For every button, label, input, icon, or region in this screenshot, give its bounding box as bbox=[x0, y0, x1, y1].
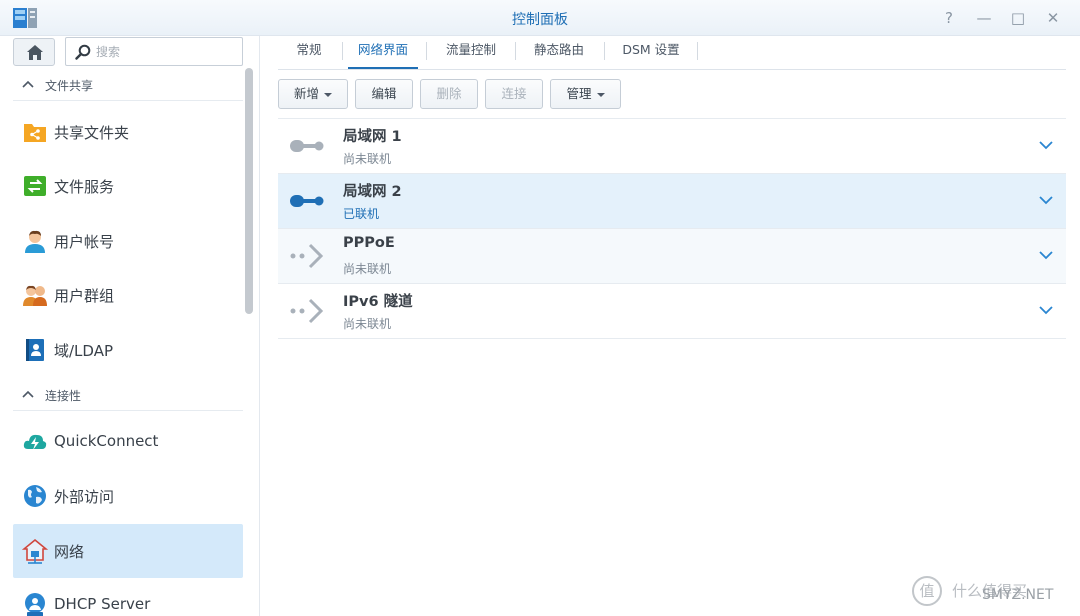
caret-down-icon bbox=[324, 92, 332, 97]
close-icon: ✕ bbox=[1046, 9, 1060, 27]
lan-connected-icon bbox=[290, 195, 324, 207]
interface-name: 局域网 1 bbox=[343, 129, 402, 145]
network-house-icon bbox=[22, 538, 48, 564]
sidebar-item-label: 网络 bbox=[54, 543, 85, 561]
sidebar-item-quickconnect[interactable]: QuickConnect bbox=[13, 415, 243, 469]
tab-static-route[interactable]: 静态路由 bbox=[524, 36, 594, 69]
manage-button[interactable]: 管理 bbox=[550, 79, 621, 109]
search-field[interactable] bbox=[65, 37, 243, 66]
sidebar-item-label: 外部访问 bbox=[54, 488, 115, 506]
sidebar-item-file-services[interactable]: 文件服务 bbox=[13, 159, 243, 213]
section-label: 连接性 bbox=[45, 389, 82, 403]
chevron-down-icon[interactable] bbox=[1038, 249, 1054, 261]
tab-divider bbox=[697, 42, 698, 60]
close-button[interactable]: ✕ bbox=[1042, 7, 1064, 29]
interface-status: 已联机 bbox=[343, 207, 380, 221]
edit-button[interactable]: 编辑 bbox=[355, 79, 413, 109]
lan-disconnected-icon bbox=[290, 140, 324, 152]
globe-icon bbox=[24, 485, 46, 507]
delete-button[interactable]: 删除 bbox=[420, 79, 478, 109]
sidebar-item-group[interactable]: 用户群组 bbox=[13, 268, 243, 322]
sidebar-item-domain-ldap[interactable]: 域/LDAP bbox=[13, 323, 243, 377]
title-bar: 控制面板 ? — □ ✕ bbox=[0, 0, 1080, 36]
delete-label: 删除 bbox=[436, 86, 462, 101]
pppoe-icon bbox=[290, 243, 324, 269]
sidebar-item-external-access[interactable]: 外部访问 bbox=[13, 469, 243, 523]
home-icon bbox=[27, 45, 43, 60]
connect-label: 连接 bbox=[501, 86, 527, 101]
group-icon bbox=[23, 285, 47, 306]
chevron-down-icon[interactable] bbox=[1038, 139, 1054, 151]
create-button[interactable]: 新增 bbox=[278, 79, 348, 109]
shared-folder-icon bbox=[24, 124, 46, 142]
interface-name: PPPoE bbox=[343, 235, 395, 251]
interface-row-lan2[interactable]: 局域网 2 已联机 bbox=[278, 173, 1066, 228]
watermark-logo: 值 bbox=[912, 576, 942, 606]
interface-row-pppoe[interactable]: PPPoE 尚未联机 bbox=[278, 228, 1066, 283]
sidebar-scrollbar[interactable] bbox=[245, 68, 253, 314]
interface-status: 尚未联机 bbox=[343, 317, 392, 331]
sidebar-item-label: 文件服务 bbox=[54, 178, 115, 196]
dhcp-icon bbox=[25, 593, 45, 616]
sidebar-item-shared-folder[interactable]: 共享文件夹 bbox=[13, 105, 243, 159]
section-file-sharing[interactable]: 文件共享 bbox=[13, 69, 243, 101]
sidebar-item-label: 域/LDAP bbox=[54, 342, 114, 360]
tab-bar: 常规 网络界面 流量控制 静态路由 DSM 设置 bbox=[278, 36, 1066, 70]
sidebar-item-label: DHCP Server bbox=[54, 595, 151, 613]
minimize-icon: — bbox=[976, 9, 992, 27]
maximize-button[interactable]: □ bbox=[1007, 7, 1029, 29]
interface-row-lan1[interactable]: 局域网 1 尚未联机 bbox=[278, 118, 1066, 173]
chevron-up-icon bbox=[22, 390, 34, 398]
chevron-up-icon bbox=[22, 80, 34, 88]
edit-label: 编辑 bbox=[371, 86, 397, 101]
list-divider bbox=[278, 338, 1066, 339]
sidebar-item-dhcp-server[interactable]: DHCP Server bbox=[13, 578, 243, 616]
interface-status: 尚未联机 bbox=[343, 152, 392, 166]
caret-down-icon bbox=[596, 92, 605, 97]
manage-label: 管理 bbox=[566, 86, 592, 101]
section-label: 文件共享 bbox=[45, 79, 94, 93]
interface-name: 局域网 2 bbox=[343, 184, 402, 200]
search-icon bbox=[75, 44, 91, 60]
interface-row-ipv6-tunnel[interactable]: IPv6 隧道 尚未联机 bbox=[278, 283, 1066, 338]
tab-divider bbox=[515, 42, 516, 60]
watermark-site: SMYZ.NET bbox=[982, 587, 1054, 603]
tab-traffic-control[interactable]: 流量控制 bbox=[436, 36, 506, 69]
section-connectivity[interactable]: 连接性 bbox=[13, 379, 243, 411]
minimize-button[interactable]: — bbox=[973, 7, 995, 29]
connect-button[interactable]: 连接 bbox=[485, 79, 543, 109]
tab-network-interface[interactable]: 网络界面 bbox=[348, 36, 418, 69]
interface-name: IPv6 隧道 bbox=[343, 294, 413, 310]
user-icon bbox=[25, 230, 45, 253]
help-button[interactable]: ? bbox=[938, 7, 960, 29]
search-input[interactable] bbox=[96, 43, 236, 61]
window-title: 控制面板 bbox=[512, 12, 568, 28]
tab-divider bbox=[342, 42, 343, 60]
chevron-down-icon[interactable] bbox=[1038, 304, 1054, 316]
sidebar-item-label: QuickConnect bbox=[54, 432, 159, 450]
tab-dsm-settings[interactable]: DSM 设置 bbox=[613, 36, 689, 69]
create-label: 新增 bbox=[293, 86, 319, 101]
sidebar-item-label: 共享文件夹 bbox=[54, 124, 130, 142]
tab-divider bbox=[604, 42, 605, 60]
sidebar-item-user[interactable]: 用户帐号 bbox=[13, 214, 243, 268]
ipv6-tunnel-icon bbox=[290, 298, 324, 324]
sidebar-item-network[interactable]: 网络 bbox=[13, 524, 243, 578]
domain-ldap-icon bbox=[26, 339, 44, 361]
home-button[interactable] bbox=[13, 38, 55, 66]
chevron-down-icon[interactable] bbox=[1038, 194, 1054, 206]
help-icon: ? bbox=[945, 9, 953, 27]
sidebar-item-label: 用户帐号 bbox=[54, 233, 115, 251]
interface-status: 尚未联机 bbox=[343, 262, 392, 276]
sidebar: 文件共享 共享文件夹 文件服务 用户帐号 bbox=[0, 36, 260, 616]
quickconnect-icon bbox=[23, 434, 47, 450]
maximize-icon: □ bbox=[1010, 9, 1026, 27]
tab-general[interactable]: 常规 bbox=[284, 36, 334, 69]
sidebar-item-label: 用户群组 bbox=[54, 287, 115, 305]
file-services-icon bbox=[24, 176, 46, 196]
tab-divider bbox=[426, 42, 427, 60]
